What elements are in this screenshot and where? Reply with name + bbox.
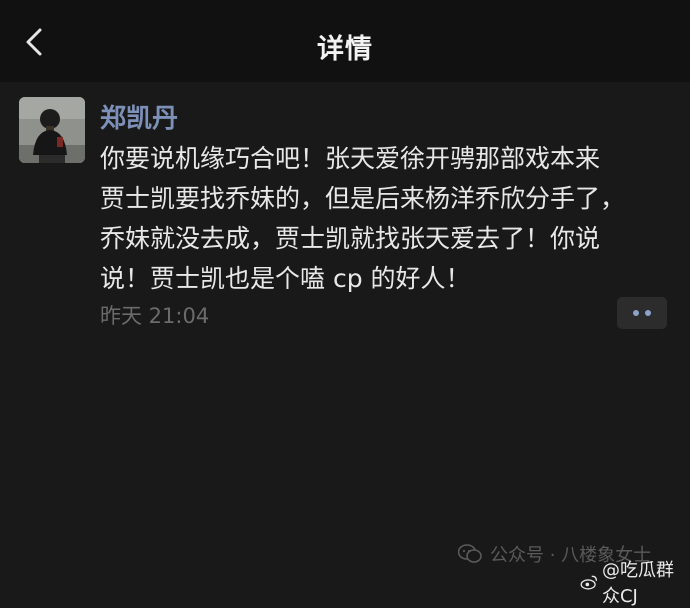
more-options-button[interactable]: [617, 297, 667, 329]
wechat-official-account-icon: [458, 544, 482, 563]
avatar[interactable]: [19, 97, 85, 163]
weibo-account-text: @吃瓜群众CJ: [601, 560, 674, 607]
post-timestamp: 昨天 21:04: [100, 304, 210, 328]
post-author-name[interactable]: 郑凯丹: [100, 98, 178, 135]
post-text: 你要说机缘巧合吧！张天爱徐开骋那部戏本来 贾士凯要找乔妹的，但是后来杨洋乔欣分手…: [100, 144, 626, 293]
page-title: 详情: [317, 34, 373, 65]
avatar-image: [19, 97, 85, 163]
top-bar: 详情: [0, 0, 690, 82]
weibo-icon: [580, 575, 597, 590]
watermark-weibo: @吃瓜群众CJ: [580, 556, 690, 608]
